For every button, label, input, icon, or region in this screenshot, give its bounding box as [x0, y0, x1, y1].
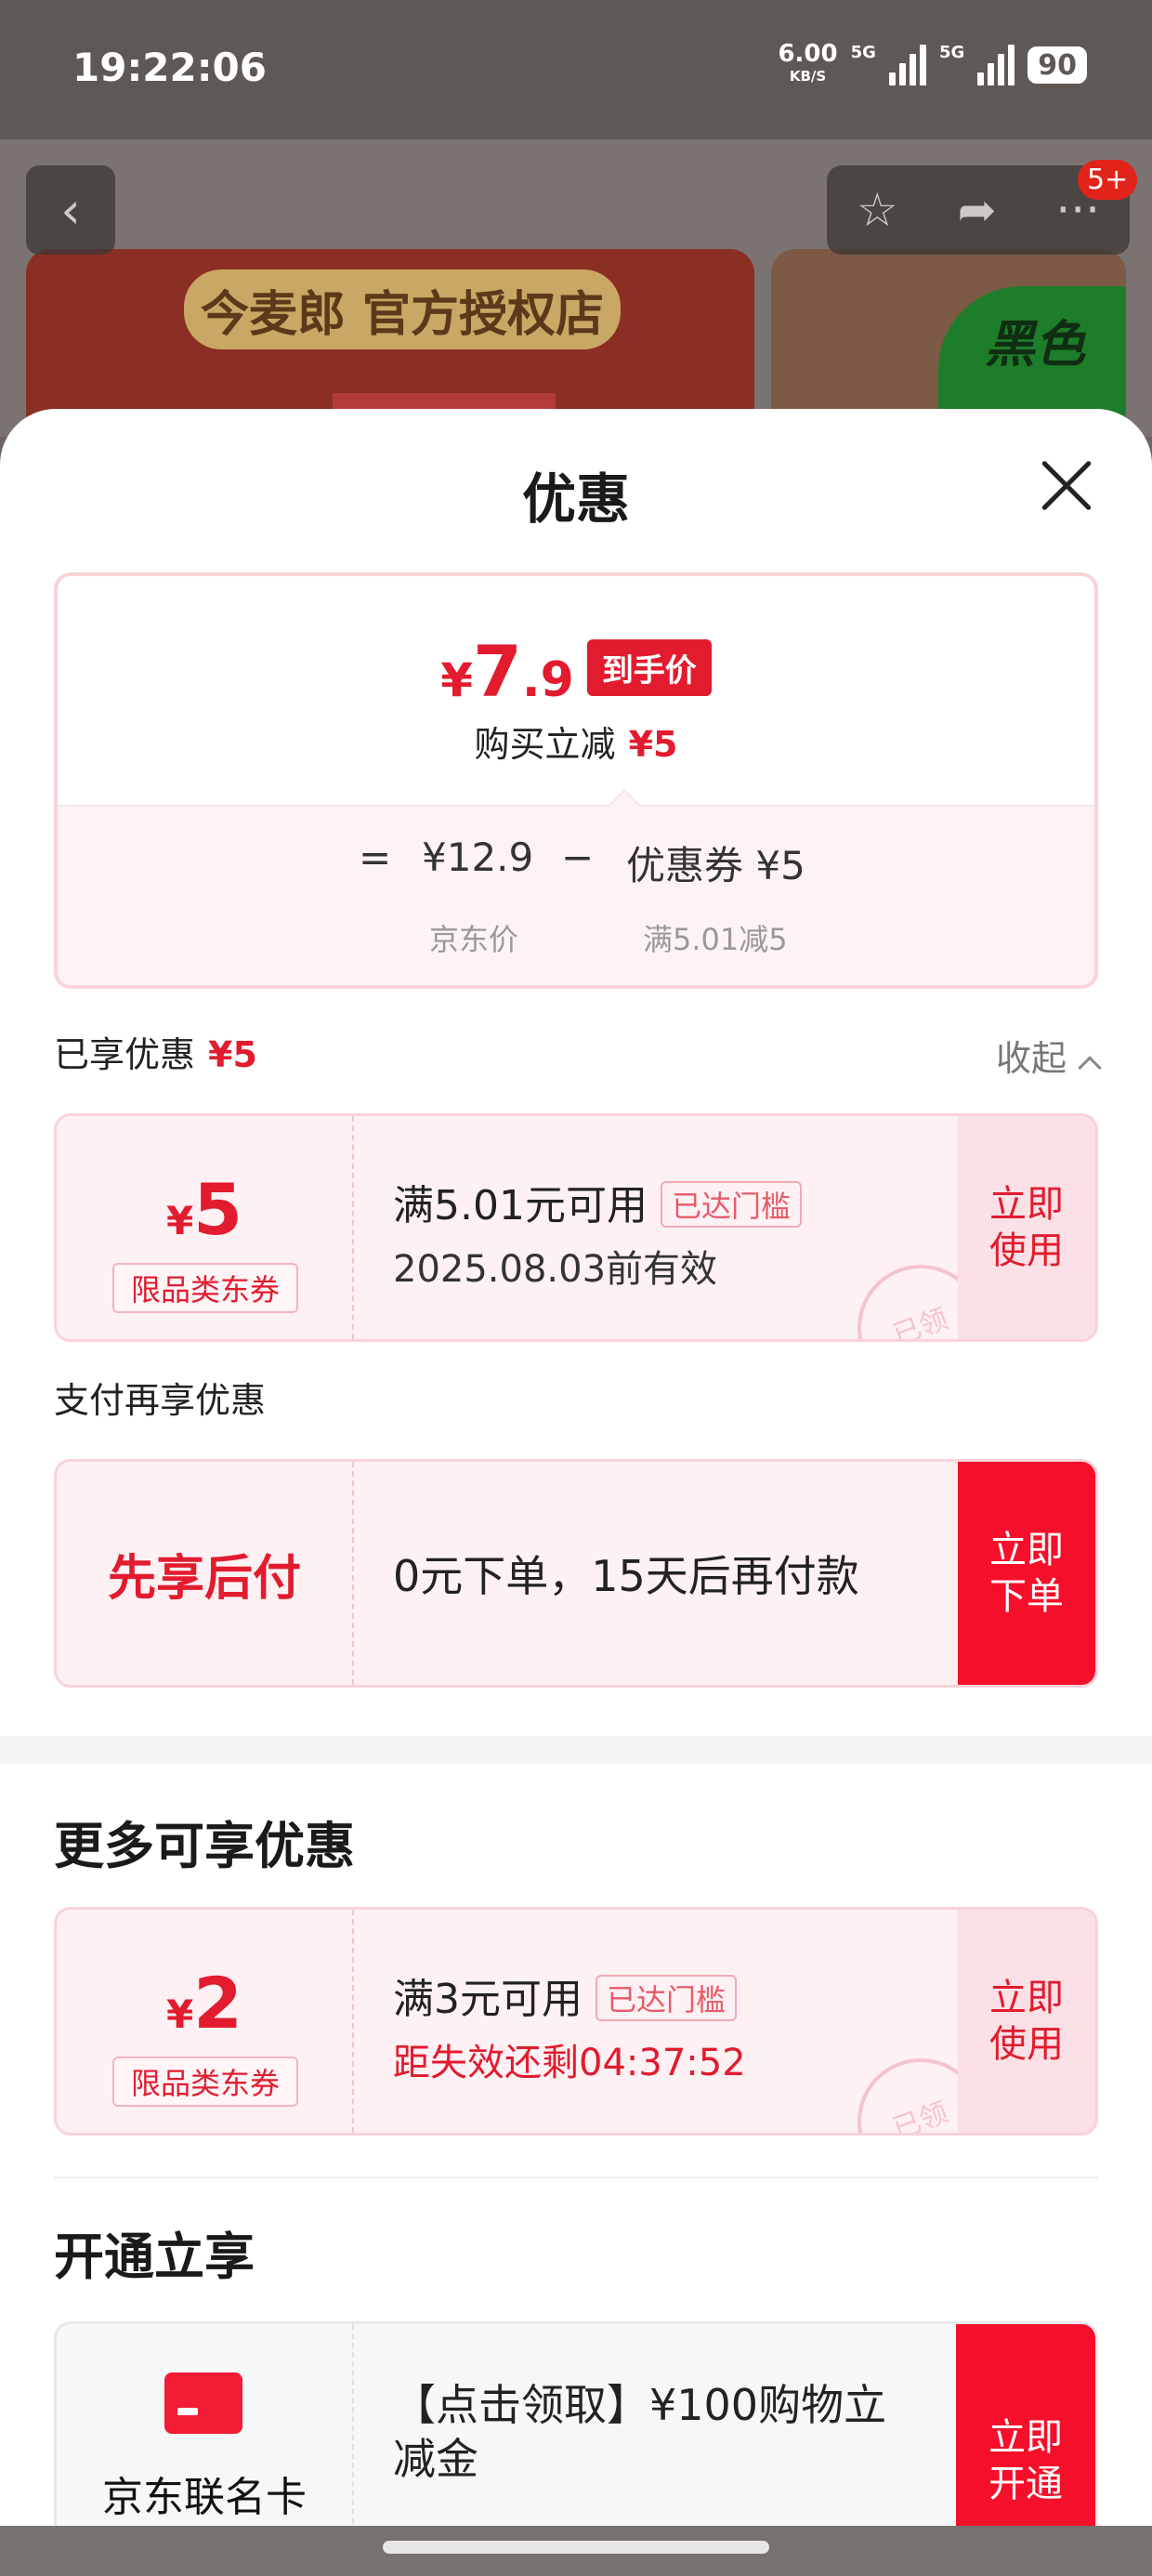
open-benefits-heading: 开通立享 — [54, 2228, 255, 2286]
share-icon[interactable]: ➦ — [958, 183, 997, 237]
final-price-card: ¥7.9 到手价 购买立减 ¥5 = ¥12.9 − 优惠券 ¥5 京东价 满5.0… — [54, 572, 1098, 989]
pay-discount-label: 支付再享优惠 — [54, 1380, 267, 1421]
discount-sheet: 优惠 ¥7.9 到手价 购买立减 ¥5 = ¥12.9 − 优惠券 ¥5 京东价 满… — [0, 409, 1152, 2576]
chevron-up-icon — [1078, 1056, 1102, 1080]
instant-reduction: 购买立减 ¥5 — [474, 724, 678, 765]
status-icons: 6.00 KB/S 5G 5G 90 — [778, 40, 1087, 87]
price-breakdown: = ¥12.9 − 优惠券 ¥5 京东价 满5.01减5 — [58, 789, 1094, 985]
product-image: 黑色 — [771, 249, 1126, 435]
coupon-card: ¥5 限品类东券 满5.01元可用 已达门槛 2025.08.03前有效 已领 立… — [54, 1113, 1098, 1342]
card-name: 京东联名卡 — [102, 2474, 307, 2521]
pay-later-card: 先享后付 0元下单，15天后再付款 立即 下单 — [54, 1459, 1098, 1688]
network-speed: 6.00 KB/S — [778, 40, 838, 85]
home-indicator[interactable] — [383, 2541, 769, 2554]
signal-icon-2 — [977, 45, 1015, 85]
coupon-amount: 优惠券 ¥5 — [626, 843, 805, 888]
sheet-title: 优惠 — [521, 467, 630, 531]
coupon-validity: 2025.08.03前有效 — [393, 1248, 718, 1291]
order-now-button[interactable]: 立即 下单 — [958, 1462, 1095, 1685]
coupon-type: 限品类东券 — [112, 2057, 298, 2107]
store-banner-title: 今麦郎 官方授权店 — [184, 269, 621, 349]
use-coupon-button[interactable]: 立即 使用 — [958, 1116, 1095, 1339]
use-coupon-button[interactable]: 立即 使用 — [958, 1910, 1095, 2133]
more-discounts-heading: 更多可享优惠 — [54, 1817, 355, 1875]
coupon-card: ¥2 限品类东券 满3元可用 已达门槛 距失效还剩04:37:52 已领 立即 使… — [54, 1907, 1098, 2136]
card-offer-description: 【点击领取】¥100购物立减金 — [393, 2380, 887, 2484]
status-time: 19:22:06 — [72, 45, 267, 90]
jd-price: ¥12.9 — [422, 835, 534, 880]
collapse-button[interactable]: 收起 — [996, 1030, 1102, 1081]
final-price-tag: 到手价 — [586, 639, 712, 696]
coupon-condition: 满5.01元可用 — [393, 1182, 648, 1229]
threshold-reached-badge: 已达门槛 — [660, 1181, 802, 1228]
threshold-reached-badge: 已达门槛 — [596, 1975, 738, 2021]
credit-card-icon — [164, 2372, 242, 2434]
coupon-countdown: 距失效还剩04:37:52 — [393, 2042, 746, 2084]
battery-icon: 90 — [1028, 46, 1087, 84]
coupon-type: 限品类东券 — [112, 1263, 298, 1313]
jd-price-label: 京东价 — [429, 922, 519, 957]
message-badge: 5+ — [1078, 160, 1138, 200]
network-type-2: 5G — [938, 43, 965, 62]
signal-icon — [888, 45, 926, 85]
back-button[interactable]: ‹ — [26, 165, 115, 255]
coupon-condition: 满3元可用 — [393, 1976, 583, 2023]
store-banner: 今麦郎 官方授权店 — [26, 249, 754, 426]
star-icon[interactable]: ☆ — [857, 183, 898, 237]
coupon-condition: 满5.01减5 — [643, 922, 788, 957]
chevron-left-icon: ‹ — [60, 180, 81, 240]
enjoyed-discount-label: 已享优惠 ¥5 — [54, 1034, 257, 1075]
final-price: ¥7.9 到手价 — [58, 630, 1094, 713]
status-bar: 19:22:06 6.00 KB/S 5G 5G 90 — [0, 0, 1152, 139]
network-type-1: 5G — [850, 43, 876, 62]
coupon-value: ¥5 — [165, 1168, 243, 1251]
minus-sign: − — [561, 835, 595, 880]
coupon-value: ¥2 — [165, 1962, 243, 2044]
section-divider — [0, 1736, 1152, 1764]
divider — [54, 2176, 1098, 2178]
pay-later-title: 先享后付 — [57, 1462, 354, 1685]
pay-later-description: 0元下单，15天后再付款 — [393, 1551, 859, 1601]
equals-sign: = — [359, 835, 392, 880]
close-icon[interactable] — [1039, 457, 1094, 513]
